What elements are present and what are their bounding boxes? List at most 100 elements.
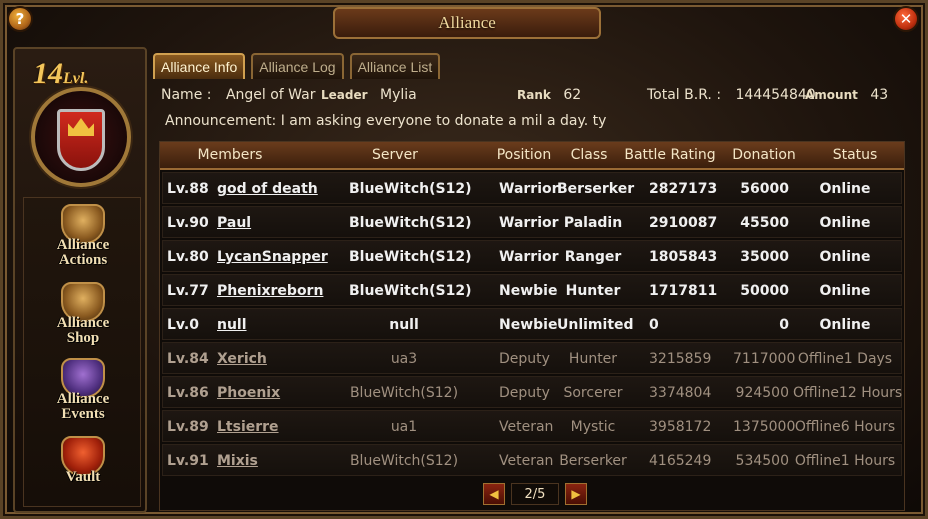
member-position: Newbie	[499, 317, 558, 333]
member-level: Lv.80	[167, 249, 209, 265]
member-name-link[interactable]: Ltsierre	[217, 419, 279, 435]
member-position: Newbie	[499, 283, 558, 299]
total-br-value: 144454840	[735, 87, 816, 103]
member-class: Mystic	[570, 419, 616, 435]
total-br-label: Total B.R. :	[647, 87, 722, 103]
header-donation: Donation	[732, 147, 796, 163]
tab-alliance-log[interactable]: Alliance Log	[251, 53, 344, 79]
member-name-link[interactable]: LycanSnapper	[217, 249, 328, 265]
member-level: Lv.88	[167, 181, 209, 197]
next-page-button[interactable]: ▶	[565, 483, 587, 505]
alliance-window: Alliance ? ✕ 14Lvl. Alliance Actions Alli…	[0, 0, 928, 519]
sidebar-item-alliance-actions[interactable]: Alliance Actions	[24, 204, 142, 278]
alliance-name: Name : Angel of War	[161, 87, 315, 103]
table-row[interactable]: Lv.90 Paul BlueWitch(S12) Warrior Paladin 291…	[162, 206, 902, 238]
label-line2: Shop	[66, 330, 100, 346]
member-name-link[interactable]: Paul	[217, 215, 251, 231]
member-status: Online	[819, 249, 871, 265]
header-position: Position	[496, 147, 552, 163]
page-indicator: 2/5	[511, 483, 559, 505]
member-class: Sorcerer	[563, 385, 623, 401]
arrow-left-icon: ◀	[489, 487, 499, 501]
member-donation: 534500	[735, 453, 789, 469]
sidebar-item-label: Alliance Actions	[24, 238, 142, 268]
close-button[interactable]: ✕	[893, 6, 919, 32]
member-battle-rating: 1717811	[649, 283, 718, 299]
amount-value: 43	[870, 87, 889, 103]
member-position: Deputy	[499, 351, 550, 367]
member-level: Lv.0	[167, 317, 199, 333]
member-name-link[interactable]: null	[217, 317, 247, 333]
member-position: Warrior	[499, 181, 559, 197]
window-title: Alliance	[333, 7, 601, 39]
member-status: Online	[819, 283, 871, 299]
member-status: Online	[819, 317, 871, 333]
member-name-link[interactable]: Phoenix	[217, 385, 280, 401]
tab-bar: Alliance Info Alliance Log Alliance List	[153, 53, 441, 79]
member-server: null	[389, 317, 419, 333]
alliance-rank: Rank 62	[517, 87, 581, 103]
member-status: Online	[819, 181, 871, 197]
alliance-total-br: Total B.R. : 144454840	[647, 87, 816, 103]
member-battle-rating: 4165249	[649, 453, 712, 469]
member-server: BlueWitch(S12)	[349, 283, 472, 299]
member-level: Lv.89	[167, 419, 209, 435]
main-panel: Alliance Info Alliance Log Alliance List…	[153, 47, 919, 513]
member-class: Berserker	[557, 181, 635, 197]
member-class: Paladin	[563, 215, 623, 231]
sidebar-item-alliance-events[interactable]: Alliance Events	[24, 358, 142, 432]
arrow-right-icon: ▶	[571, 487, 581, 501]
help-button[interactable]: ?	[7, 6, 33, 32]
member-status: Online	[819, 215, 871, 231]
crown-icon	[68, 118, 94, 136]
sidebar-item-alliance-shop[interactable]: Alliance Shop	[24, 282, 142, 356]
table-row[interactable]: Lv.84 Xerich ua3 Deputy Hunter 3215859 7117000…	[162, 342, 902, 374]
member-donation: 35000	[740, 249, 789, 265]
member-name-link[interactable]: Xerich	[217, 351, 267, 367]
member-name-link[interactable]: Phenixreborn	[217, 283, 323, 299]
member-status: Offline12 Hours	[793, 385, 903, 401]
leader-label: Leader	[321, 88, 368, 102]
member-battle-rating: 2910087	[649, 215, 718, 231]
member-status: Offline6 Hours	[794, 419, 896, 435]
member-level: Lv.91	[167, 453, 209, 469]
tab-alliance-list[interactable]: Alliance List	[349, 53, 441, 79]
table-row[interactable]: Lv.77 Phenixreborn BlueWitch(S12) Newbie Hun…	[162, 274, 902, 306]
level-suffix: Lvl.	[63, 70, 89, 87]
member-position: Deputy	[499, 385, 550, 401]
member-name-link[interactable]: Mixis	[217, 453, 258, 469]
member-battle-rating: 1805843	[649, 249, 718, 265]
sidebar-item-vault[interactable]: Vault	[24, 436, 142, 510]
name-value: Angel of War	[225, 87, 316, 103]
table-row[interactable]: Lv.0 null null Newbie Unlimited 0 0 Online	[162, 308, 902, 340]
table-row[interactable]: Lv.89 Ltsierre ua1 Veteran Mystic 3958172 1375…	[162, 410, 902, 442]
table-row[interactable]: Lv.91 Mixis BlueWitch(S12) Veteran Berserker…	[162, 444, 902, 476]
member-server: ua1	[390, 419, 418, 435]
alliance-level: 14Lvl.	[33, 57, 88, 91]
sidebar-item-label: Vault	[24, 470, 142, 485]
member-position: Warrior	[499, 249, 559, 265]
members-table: Members Server Position Class Battle Rat…	[159, 141, 905, 511]
member-position: Veteran	[499, 453, 554, 469]
member-position: Warrior	[499, 215, 559, 231]
table-row[interactable]: Lv.86 Phoenix BlueWitch(S12) Deputy Sorcerer…	[162, 376, 902, 408]
member-server: BlueWitch(S12)	[349, 215, 472, 231]
name-label: Name :	[161, 87, 212, 103]
sidebar-item-label: Alliance Events	[24, 392, 142, 422]
pagination: ◀ 2/5 ▶	[483, 483, 587, 505]
table-row[interactable]: Lv.80 LycanSnapper BlueWitch(S12) Warrior Ra…	[162, 240, 902, 272]
member-class: Ranger	[564, 249, 622, 265]
sidebar-item-label: Alliance Shop	[24, 316, 142, 346]
table-row[interactable]: Lv.88 god of death BlueWitch(S12) Warrior Be…	[162, 172, 902, 204]
header-battle-rating: Battle Rating	[624, 147, 716, 163]
label-line1: Vault	[65, 469, 101, 485]
close-icon: ✕	[899, 10, 913, 28]
sidebar-menu: Alliance Actions Alliance Shop Alliance Eve…	[23, 197, 141, 507]
alliance-emblem-icon	[31, 87, 131, 187]
label-line2: Events	[61, 406, 105, 422]
member-battle-rating: 3958172	[649, 419, 712, 435]
member-name-link[interactable]: god of death	[217, 181, 318, 197]
title-text: Alliance	[438, 13, 496, 32]
prev-page-button[interactable]: ◀	[483, 483, 505, 505]
tab-alliance-info[interactable]: Alliance Info	[153, 53, 246, 79]
